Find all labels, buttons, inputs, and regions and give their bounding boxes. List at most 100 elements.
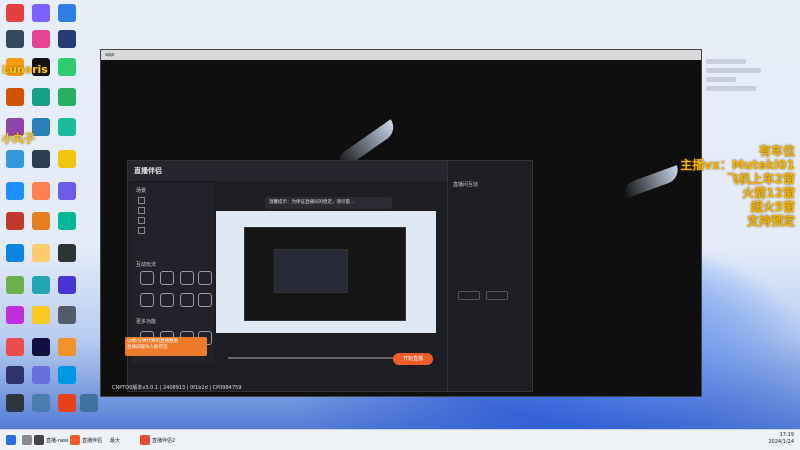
system-clock[interactable]: 17:19 2024/1/24 — [768, 432, 794, 446]
app-icon[interactable] — [32, 88, 50, 106]
app-icon[interactable] — [32, 30, 50, 48]
taskbar-icons[interactable] — [22, 434, 44, 446]
app-icon[interactable] — [58, 4, 76, 22]
placeholder-line — [706, 77, 736, 82]
left-panel[interactable]: 场景 互动玩法 更多功能 — [132, 183, 214, 363]
tip-popup: 以帧/分钟计算的直播数据 直播间观众人数可见 — [125, 337, 207, 356]
side-panel — [700, 55, 780, 155]
windows-icon — [6, 435, 16, 445]
panel-button[interactable] — [458, 291, 480, 300]
app-icon[interactable] — [58, 394, 76, 412]
start-button[interactable] — [6, 434, 16, 446]
overlay-label-left: Lunaris — [2, 63, 48, 76]
app-icon[interactable] — [32, 212, 50, 230]
start-live-button[interactable]: 开始直播 — [393, 353, 433, 365]
app-icon[interactable] — [58, 276, 76, 294]
stream-preview[interactable] — [216, 211, 436, 333]
panel-header: 直播间互动 — [453, 182, 479, 188]
taskbar-item-label: 最大 — [110, 437, 121, 444]
app-icon[interactable] — [6, 88, 24, 106]
overlay-promo-text: 有车位 主播vx：Muteki01 飞机上车2窗 火箭12窗 超火5窗 支持预定 — [640, 144, 795, 228]
search-icon[interactable] — [22, 435, 32, 445]
overlay-label-left: 小丸子 — [2, 132, 35, 145]
taskbar-item-label: 直播伴侣 — [82, 437, 103, 444]
app-icon[interactable] — [32, 244, 50, 262]
overlay-line: 超火5窗 — [750, 200, 795, 214]
clock-date: 2024/1/24 — [768, 439, 794, 445]
checkbox[interactable] — [138, 217, 145, 224]
window-title: app — [105, 52, 115, 58]
app-icon[interactable] — [32, 338, 50, 356]
app-icon[interactable] — [58, 182, 76, 200]
clock-time: 17:19 — [779, 432, 794, 438]
app-icon[interactable] — [58, 338, 76, 356]
app-icon[interactable] — [58, 30, 76, 48]
panel-button[interactable] — [486, 291, 508, 300]
tool-icon[interactable] — [180, 293, 194, 307]
placeholder-line — [706, 86, 756, 91]
section-title: 互动玩法 — [136, 262, 157, 268]
taskbar-item[interactable]: 直播-new — [46, 434, 68, 446]
task-view-icon[interactable] — [34, 435, 44, 445]
app-icon[interactable] — [6, 366, 24, 384]
placeholder-line — [706, 59, 746, 64]
app-icon[interactable] — [6, 338, 24, 356]
app-titlebar[interactable]: 直播伴侣 — [128, 161, 448, 181]
overlay-line: 飞机上车2窗 — [726, 172, 795, 186]
overlay-line: 主播vx：Muteki01 — [680, 158, 795, 172]
taskbar-item[interactable]: 直播伴侣2 — [140, 434, 175, 446]
app-icon[interactable] — [58, 244, 76, 262]
checkbox[interactable] — [138, 207, 145, 214]
app-icon[interactable] — [6, 4, 24, 22]
tool-icon[interactable] — [198, 293, 212, 307]
taskbar-item[interactable]: 直播伴侣 — [70, 434, 102, 446]
tool-icon[interactable] — [198, 271, 212, 285]
placeholder-line — [706, 68, 761, 73]
overlay-line: 支持预定 — [746, 214, 795, 228]
app-icon[interactable] — [58, 150, 76, 168]
app-icon[interactable] — [6, 244, 24, 262]
app-icon[interactable] — [6, 182, 24, 200]
app-icon[interactable] — [6, 306, 24, 324]
right-chat-panel[interactable]: 直播间互动 — [447, 160, 533, 392]
app-icon[interactable] — [6, 212, 24, 230]
app-icon[interactable] — [6, 394, 24, 412]
checkbox[interactable] — [138, 197, 145, 204]
main-window-titlebar[interactable]: app — [101, 50, 701, 60]
app-icon[interactable] — [58, 306, 76, 324]
nested-window — [274, 249, 348, 293]
app-icon[interactable] — [58, 366, 76, 384]
overlay-line: 有车位 — [758, 144, 795, 158]
taskbar-item-label: 直播-new — [46, 437, 69, 444]
app-icon[interactable] — [6, 30, 24, 48]
tool-icon[interactable] — [160, 271, 174, 285]
app-icon[interactable] — [6, 150, 24, 168]
app-icon[interactable] — [58, 118, 76, 136]
app-icon[interactable] — [32, 4, 50, 22]
checkbox[interactable] — [138, 227, 145, 234]
tool-icon[interactable] — [160, 293, 174, 307]
tip-line: 直播间观众人数可见 — [127, 345, 168, 350]
taskbar-item[interactable]: 最大 — [110, 434, 120, 446]
notice-banner: 温馨提示：为保证直播间的稳定，请尽量... — [265, 197, 392, 209]
app-logo: 直播伴侣 — [134, 167, 162, 175]
app-icon[interactable] — [32, 394, 50, 412]
app-icon[interactable] — [32, 182, 50, 200]
tool-icon[interactable] — [180, 271, 194, 285]
section-title: 更多功能 — [136, 319, 157, 325]
app-icon[interactable] — [6, 276, 24, 294]
app-icon — [140, 435, 150, 445]
app-icon[interactable] — [32, 276, 50, 294]
app-icon[interactable] — [32, 366, 50, 384]
app-icon[interactable] — [58, 58, 76, 76]
app-icon[interactable] — [32, 150, 50, 168]
app-icon[interactable] — [58, 88, 76, 106]
app-icon[interactable] — [32, 306, 50, 324]
taskbar[interactable]: 直播-new 直播伴侣 最大 直播伴侣2 17:19 2024/1/24 — [0, 429, 800, 450]
overlay-line: 火箭12窗 — [742, 186, 795, 200]
taskbar-item-label: 直播伴侣2 — [152, 437, 176, 444]
app-icon[interactable] — [80, 394, 98, 412]
tool-icon[interactable] — [140, 293, 154, 307]
app-icon[interactable] — [58, 212, 76, 230]
tool-icon[interactable] — [140, 271, 154, 285]
